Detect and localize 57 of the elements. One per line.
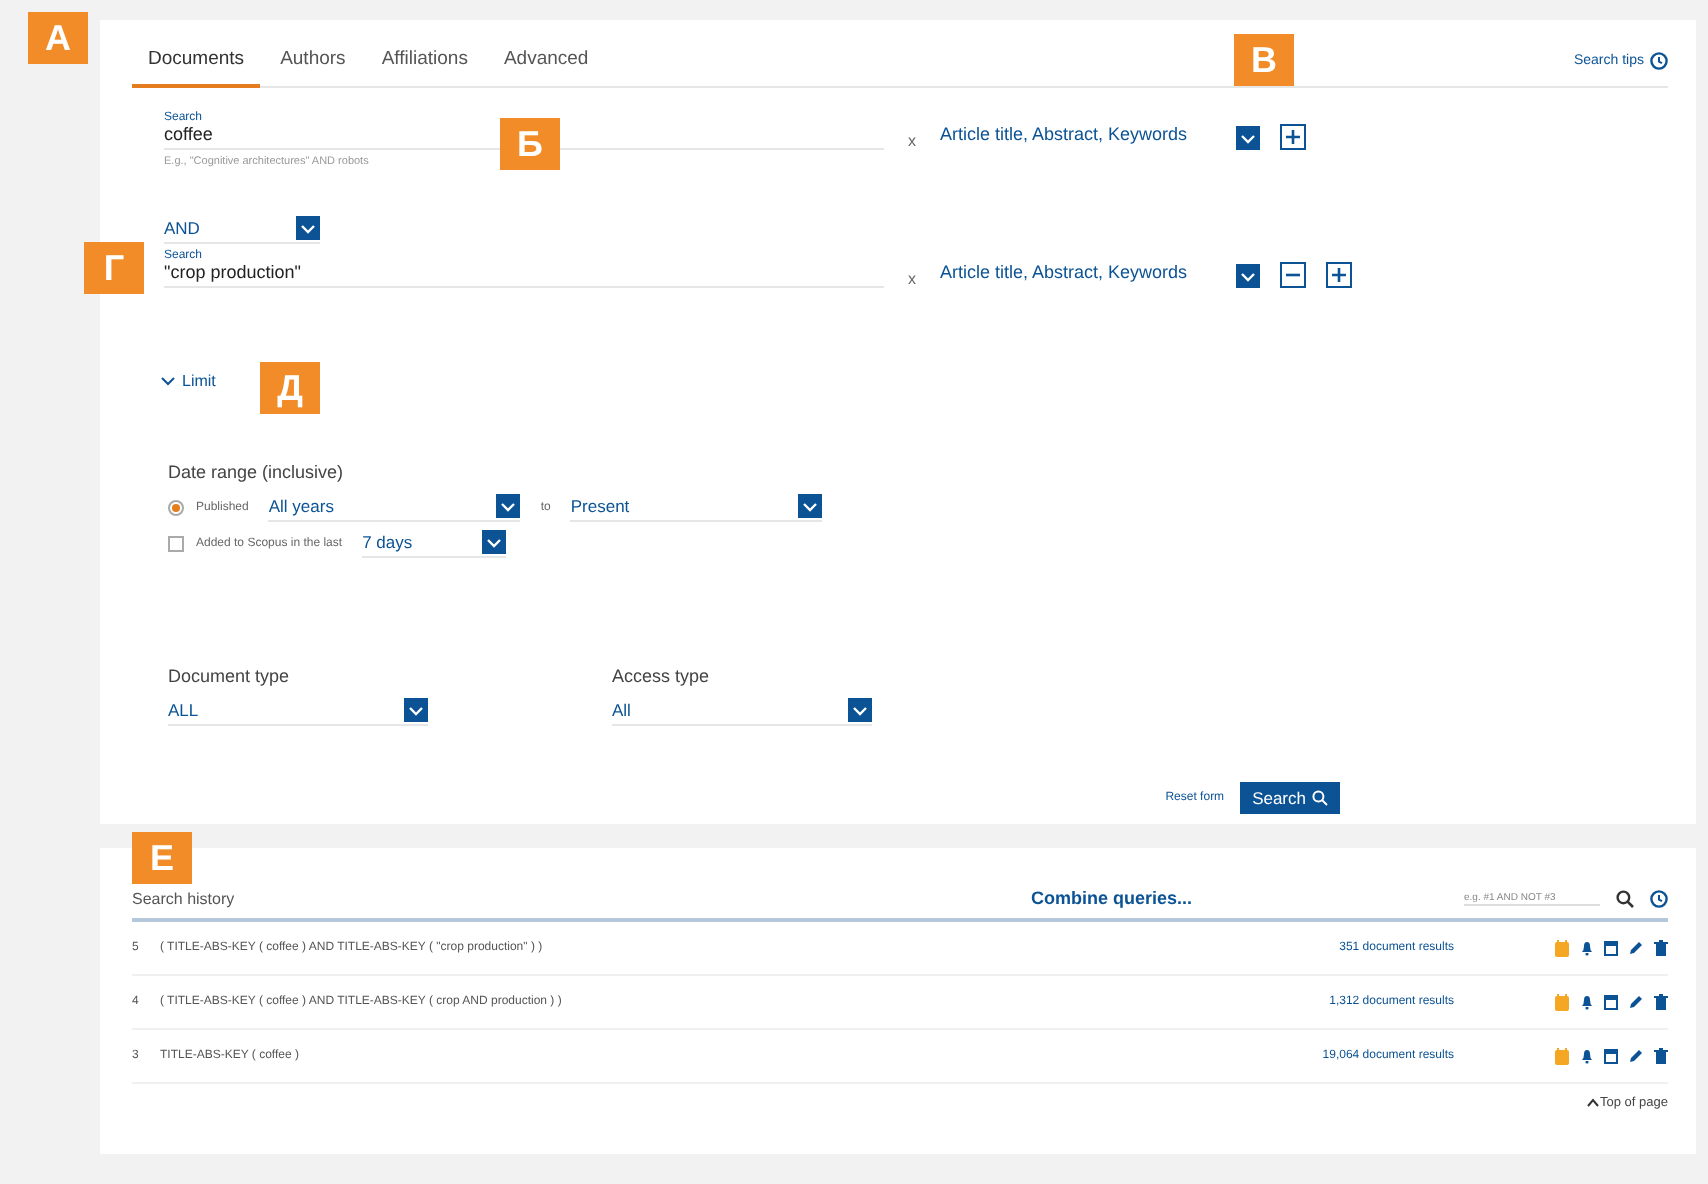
section-title: Search history (132, 889, 237, 907)
field-value: "crop production" (164, 262, 301, 282)
annotation-label: А (28, 12, 88, 64)
clear-button[interactable]: x (900, 132, 924, 150)
dropdown-value[interactable]: All years (268, 496, 334, 516)
clear-button[interactable]: x (900, 270, 924, 288)
section-label: Access type (612, 666, 712, 686)
limit-toggle[interactable]: Limit (160, 372, 216, 390)
annotation-label: Г (84, 242, 144, 294)
search-icon[interactable] (1616, 889, 1634, 907)
dropdown-caret-icon[interactable] (296, 216, 320, 240)
pencil-icon[interactable] (1628, 994, 1644, 1010)
dropdown-value[interactable]: 7 days (362, 532, 413, 552)
add-icon[interactable] (1326, 262, 1352, 288)
trash-icon[interactable] (1654, 994, 1668, 1010)
trash-icon[interactable] (1654, 940, 1668, 956)
bell-icon[interactable] (1580, 1048, 1594, 1064)
combine-queries-link[interactable]: Combine queries... (1030, 888, 1192, 908)
search-button[interactable]: Search (1240, 782, 1340, 814)
dropdown-value[interactable]: Present (570, 496, 630, 516)
field-selector[interactable]: Article title, Abstract, Keywords (940, 124, 1220, 150)
calendar-icon[interactable] (1604, 1048, 1618, 1064)
dropdown-caret-icon[interactable] (1236, 126, 1260, 150)
tab[interactable]: Documents (132, 36, 261, 88)
field-selector[interactable]: Article title, Abstract, Keywords (940, 262, 1220, 288)
section-label: Document type (168, 666, 292, 686)
dropdown-value[interactable]: AND (164, 218, 200, 238)
dropdown-caret-icon[interactable] (1236, 264, 1260, 288)
add-icon[interactable] (1280, 124, 1306, 150)
calendar-icon[interactable] (1604, 940, 1618, 956)
radio-button[interactable] (168, 500, 184, 516)
bell-icon[interactable] (1580, 994, 1594, 1010)
annotation-label: Б (500, 118, 560, 170)
annotation-label: В (1234, 34, 1294, 86)
bell-icon[interactable] (1580, 940, 1594, 956)
tab[interactable]: Affiliations (365, 36, 484, 88)
dropdown-value[interactable]: ALL (168, 700, 199, 720)
dropdown-caret-icon[interactable] (848, 698, 872, 722)
dropdown-caret-icon[interactable] (496, 494, 521, 518)
trash-icon[interactable] (1654, 1048, 1668, 1064)
chevron-up-icon[interactable] (1586, 1098, 1601, 1108)
section-label: Date range (inclusive) (168, 462, 346, 482)
pencil-icon[interactable] (1628, 1048, 1644, 1064)
field-value: coffee (164, 124, 213, 144)
pencil-icon[interactable] (1628, 940, 1644, 956)
checkbox[interactable] (168, 536, 184, 552)
dropdown-caret-icon[interactable] (798, 494, 823, 518)
dropdown-value[interactable]: All (612, 700, 631, 720)
chevron-down-icon[interactable] (160, 375, 176, 387)
tab[interactable]: Authors (264, 36, 362, 88)
remove-icon[interactable] (1280, 262, 1306, 288)
calendar-icon[interactable] (1604, 994, 1618, 1010)
annotation-label: Д (260, 362, 320, 414)
dropdown-caret-icon[interactable] (482, 530, 507, 554)
tab[interactable]: Advanced (487, 36, 605, 88)
annotation-label: Е (132, 832, 192, 884)
dropdown-caret-icon[interactable] (404, 698, 428, 722)
